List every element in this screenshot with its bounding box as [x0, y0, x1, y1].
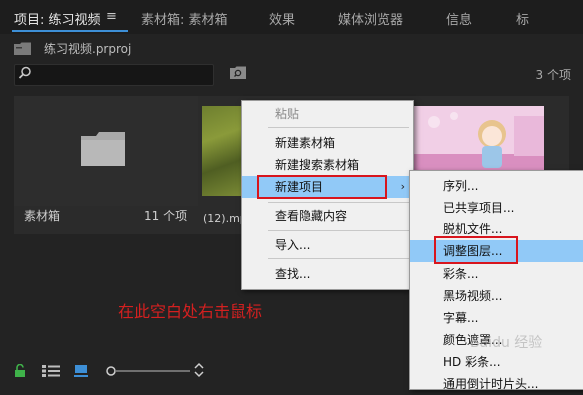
clip-thumbnail[interactable]: [202, 106, 242, 196]
folder-icon: [81, 132, 125, 166]
submenu-item-bars-tone[interactable]: 彩条...: [410, 263, 583, 285]
menu-item-import[interactable]: 导入...: [242, 234, 413, 256]
menu-separator: [268, 230, 409, 231]
annotation-box-adjustment-layer: [434, 236, 518, 264]
submenu-item-sequence[interactable]: 序列...: [410, 175, 583, 197]
panel-tab-bar: 项目: 练习视频 ≡ 素材箱: 素材箱 效果 媒体浏览器 信息 标: [0, 0, 583, 34]
list-view-icon[interactable]: [42, 365, 60, 377]
menu-separator: [268, 202, 409, 203]
tab-project[interactable]: 项目: 练习视频: [14, 9, 101, 28]
icon-view-icon[interactable]: [74, 365, 88, 377]
menu-item-paste: 粘贴: [275, 107, 300, 121]
tab-media-browser[interactable]: 媒体浏览器: [338, 9, 403, 28]
anime-girl-image: [414, 106, 544, 178]
menu-item-find[interactable]: 查找...: [242, 263, 413, 285]
annotation-hint: 在此空白处右击鼠标: [118, 302, 263, 321]
project-folder-icon: [14, 42, 31, 55]
annotation-box-new-item: [257, 175, 387, 199]
menu-separator: [268, 127, 409, 128]
submenu-item-shared-project[interactable]: 已共享项目...: [410, 197, 583, 219]
menu-item-new-bin[interactable]: 新建素材箱: [242, 132, 413, 154]
new-item-submenu: 序列... 已共享项目... 脱机文件... 调整图层... 彩条... 黑场视…: [409, 170, 583, 391]
sort-icon[interactable]: [194, 362, 204, 378]
lock-icon[interactable]: [14, 364, 26, 378]
watermark: Baidu 经验: [470, 335, 543, 351]
project-file-name: 练习视频.prproj: [44, 42, 132, 56]
tab-effects[interactable]: 效果: [269, 9, 295, 28]
image-thumbnail[interactable]: [414, 106, 544, 178]
submenu-item-black-video[interactable]: 黑场视频...: [410, 285, 583, 307]
menu-item-new-search-bin[interactable]: 新建搜索素材箱: [242, 154, 413, 176]
bin-label: 素材箱: [24, 209, 61, 223]
tab-info[interactable]: 信息: [446, 9, 472, 28]
tab-bin[interactable]: 素材箱: 素材箱: [141, 9, 228, 28]
item-count: 3 个项: [535, 68, 571, 82]
tab-markers[interactable]: 标: [516, 9, 529, 28]
submenu-item-captions[interactable]: 字幕...: [410, 307, 583, 329]
bin-count: 11 个项: [144, 209, 188, 223]
chevron-right-icon: ›: [400, 180, 405, 193]
submenu-item-countdown-leader[interactable]: 通用倒计时片头...: [410, 373, 583, 395]
zoom-slider[interactable]: [106, 366, 190, 376]
active-tab-indicator: [12, 30, 128, 32]
new-search-bin-icon[interactable]: [230, 66, 246, 80]
menu-separator: [268, 258, 409, 259]
search-icon: [18, 66, 31, 79]
submenu-item-hd-bars[interactable]: HD 彩条...: [410, 351, 583, 373]
search-input[interactable]: [14, 64, 214, 86]
menu-item-view-hidden[interactable]: 查看隐藏内容: [242, 205, 413, 227]
hamburger-icon[interactable]: ≡: [106, 9, 117, 24]
